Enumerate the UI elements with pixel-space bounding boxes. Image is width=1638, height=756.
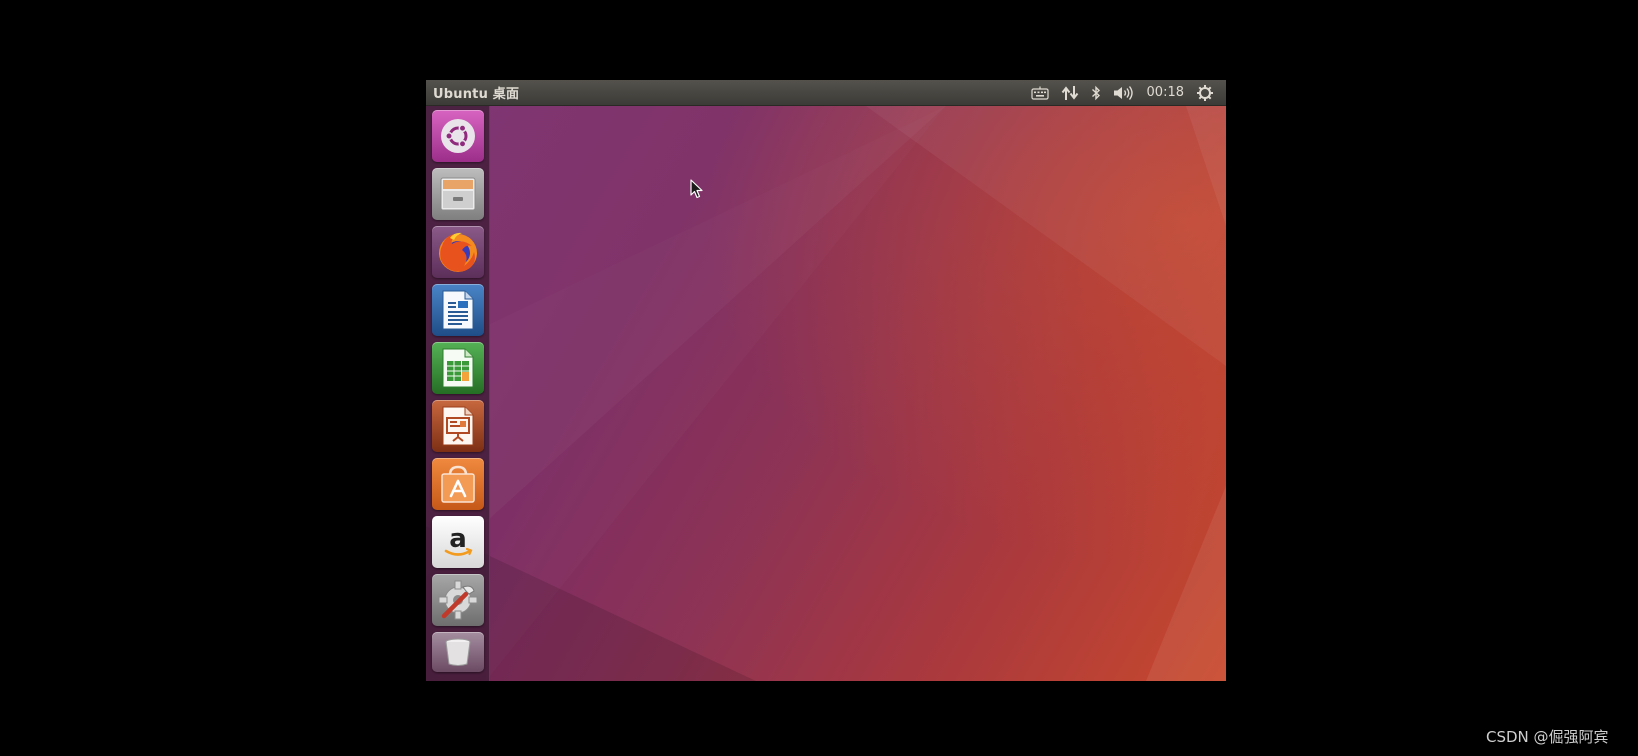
impress-presentation-icon [442, 406, 474, 446]
settings-gear-wrench-icon [438, 580, 478, 620]
volume-icon[interactable] [1107, 80, 1141, 106]
top-panel: Ubuntu 桌面 00:18 [426, 80, 1226, 106]
launcher-item-files[interactable] [432, 168, 484, 220]
network-icon[interactable] [1055, 80, 1085, 106]
launcher-item-amazon[interactable]: a [432, 516, 484, 568]
launcher-item-trash[interactable] [432, 632, 484, 672]
launcher-item-firefox[interactable] [432, 226, 484, 278]
launcher-item-dash-home[interactable] [432, 110, 484, 162]
launcher: a [426, 106, 490, 681]
calc-spreadsheet-icon [442, 348, 474, 388]
ubuntu-screen: Ubuntu 桌面 00:18 a [426, 80, 1226, 681]
launcher-item-libreoffice-writer[interactable] [432, 284, 484, 336]
writer-document-icon [442, 290, 474, 330]
ubuntu-logo-icon [441, 119, 475, 153]
clock[interactable]: 00:18 [1141, 85, 1190, 100]
shopping-bag-icon [441, 465, 475, 503]
panel-title: Ubuntu 桌面 [433, 87, 520, 102]
bluetooth-icon[interactable] [1085, 80, 1107, 106]
desktop-wallpaper[interactable] [426, 106, 1226, 681]
launcher-item-ubuntu-software[interactable] [432, 458, 484, 510]
firefox-icon [439, 232, 477, 272]
svg-text:a: a [449, 524, 467, 554]
mouse-pointer [690, 179, 704, 203]
wallpaper-pattern [426, 106, 1226, 681]
indicator-area: 00:18 [1025, 80, 1226, 105]
system-menu-icon[interactable] [1190, 80, 1220, 106]
csdn-watermark: CSDN @倔强阿宾 [1486, 728, 1609, 746]
amazon-icon: a [444, 524, 473, 556]
trash-icon [445, 638, 471, 666]
launcher-item-system-settings[interactable] [432, 574, 484, 626]
file-cabinet-icon [440, 177, 476, 211]
launcher-item-libreoffice-calc[interactable] [432, 342, 484, 394]
launcher-item-libreoffice-impress[interactable] [432, 400, 484, 452]
keyboard-icon[interactable] [1025, 80, 1055, 106]
